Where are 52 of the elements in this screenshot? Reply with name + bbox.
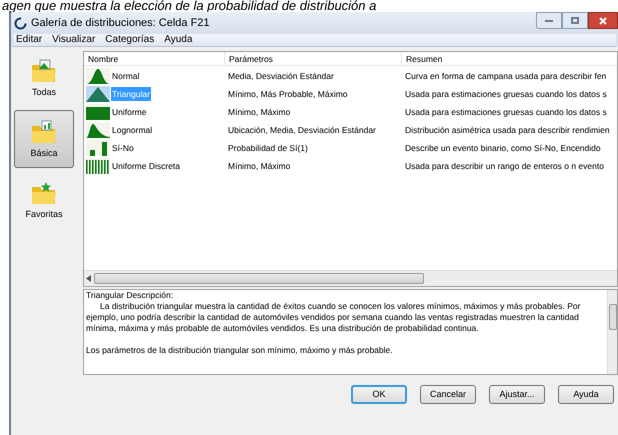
maximize-button[interactable]	[562, 12, 588, 29]
app-icon	[14, 16, 27, 30]
vertical-scrollbar[interactable]	[607, 290, 617, 374]
distribution-name[interactable]: Uniforme	[111, 105, 148, 119]
menu-item[interactable]: Visualizar	[52, 34, 96, 46]
table-cell-text: Usada para estimaciones gruesas cuando los datos s	[404, 106, 608, 118]
column-header[interactable]: Resumen	[401, 52, 617, 65]
dialog-button[interactable]: OK	[351, 385, 407, 404]
window-title: Galería de distribuciones: Celda F21	[31, 16, 210, 31]
table-cell-text: Mínimo, Máximo	[227, 160, 292, 172]
category-button[interactable]: Básica	[14, 110, 74, 168]
distribution-name[interactable]: Normal	[111, 69, 140, 83]
folder-icon	[30, 118, 58, 146]
distribution-icon	[86, 104, 110, 120]
column-header[interactable]: Parámetros	[224, 52, 401, 65]
table-cell-text: Mínimo, Más Probable, Máximo	[227, 88, 349, 100]
close-button[interactable]	[588, 12, 618, 29]
scrollbar-thumb[interactable]	[94, 273, 424, 284]
close-icon	[599, 16, 607, 24]
folder-icon	[30, 56, 58, 85]
horizontal-scrollbar[interactable]	[84, 270, 617, 286]
menu-item[interactable]: Editar	[16, 34, 42, 46]
distribution-icon	[86, 86, 110, 102]
description-text: Triangular Descripción: La distribución triangular muestra la cantidad de éxitos cuando se conocen los valores mínimos, máximos y más probables. Por ejemplo, uno podría describir la cantidad de automóviles vendidos por semana cuando las ventas registradas muestren la cantidad mínima, máxima y más probable de automóviles vendidos. Es una distribución de probabilidad continua. Los parámetros de la distribución triangular son mínimo, máximo y más probable.	[85, 290, 582, 357]
distribution-name[interactable]: Lognormal	[111, 123, 154, 137]
caption: agen que muestra la elección de la probabilidad de distribución a	[2, 0, 376, 12]
table-cell-text: Mínimo, Máximo	[227, 106, 292, 118]
table-cell-text: Usada para estimaciones gruesas cuando los datos s	[404, 88, 608, 100]
category-button[interactable]: Favoritas	[14, 171, 74, 229]
dialog-button[interactable]: Cancelar	[420, 385, 476, 404]
scrollbar-thumb[interactable]	[608, 304, 616, 330]
category-button[interactable]: Todas	[14, 49, 74, 107]
table-cell-text: Distribución asimétrica usada para describir rendimien	[404, 124, 611, 136]
scroll-left-icon[interactable]	[86, 275, 92, 282]
distribution-name[interactable]: Sí-No	[111, 141, 135, 155]
column-header[interactable]: Nombre	[84, 52, 224, 65]
table-cell-text: Usada para describir un rango de enteros o n evento	[404, 160, 605, 172]
table-cell-text: Media, Desviación Estándar	[227, 70, 335, 82]
distribution-icon	[86, 68, 110, 84]
menu-item[interactable]: Categorías	[105, 34, 154, 46]
distribution-name[interactable]: Uniforme Discreta	[111, 159, 182, 173]
table-cell-text: Ubicación, Media, Desviación Estándar	[227, 124, 377, 136]
distribution-icon	[86, 158, 110, 174]
distribution-icon	[86, 140, 110, 156]
table-cell-text: Curva en forma de campana usada para describir fen	[404, 70, 608, 82]
dialog-button[interactable]: Ajustar...	[489, 385, 545, 404]
menu-item[interactable]: Ayuda	[164, 34, 192, 46]
distribution-icon	[86, 122, 110, 138]
table-cell-text: Probabilidad de Sí(1)	[227, 142, 309, 154]
minimize-button[interactable]	[536, 12, 562, 29]
table-cell-text: Describe un evento binario, como Sí-No, Encendido	[404, 142, 602, 154]
dialog-button[interactable]: Ayuda	[558, 385, 614, 404]
